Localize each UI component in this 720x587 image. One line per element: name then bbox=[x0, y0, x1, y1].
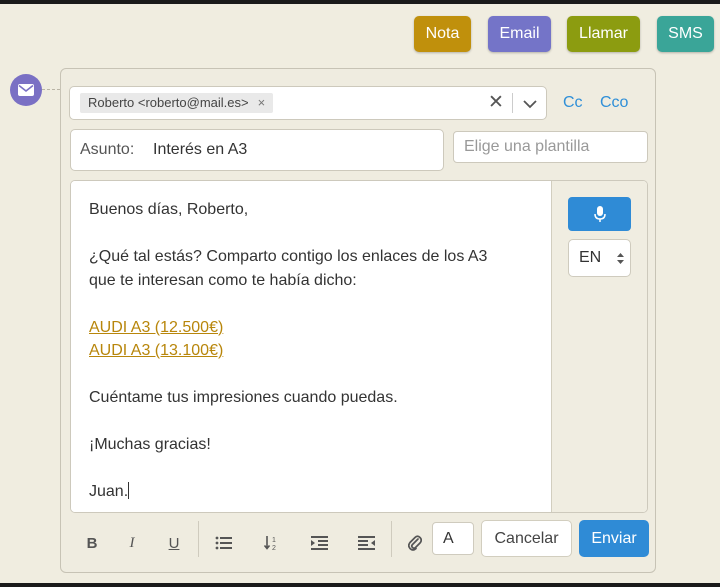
attach-button[interactable] bbox=[400, 528, 430, 558]
clear-recipients-icon[interactable]: ✕ bbox=[486, 92, 506, 114]
message-body[interactable]: Buenos días, Roberto, ¿Qué tal estás? Co… bbox=[71, 181, 551, 512]
svg-text:1: 1 bbox=[272, 537, 276, 544]
font-size-button[interactable]: A bbox=[432, 522, 474, 555]
body-signature: Juan. bbox=[89, 483, 129, 500]
chevron-down-icon[interactable] bbox=[519, 95, 541, 113]
bold-button[interactable]: B bbox=[77, 528, 107, 558]
envelope-icon bbox=[18, 84, 34, 96]
outdent-icon bbox=[357, 536, 375, 550]
indent-button[interactable] bbox=[304, 528, 334, 558]
svg-text:2: 2 bbox=[272, 545, 276, 551]
timeline-connector bbox=[42, 89, 60, 90]
text-cursor bbox=[128, 482, 130, 499]
nota-button[interactable]: Nota bbox=[414, 16, 471, 52]
outdent-button[interactable] bbox=[351, 528, 381, 558]
language-select[interactable]: EN bbox=[568, 239, 631, 277]
remove-recipient-icon[interactable]: × bbox=[258, 93, 266, 113]
cc-link[interactable]: Cc bbox=[563, 94, 583, 112]
toolbar-divider bbox=[391, 521, 392, 557]
email-type-badge bbox=[10, 74, 42, 106]
italic-button[interactable]: I bbox=[117, 528, 147, 558]
ordered-list-button[interactable]: 1 2 bbox=[257, 528, 287, 558]
subject-field[interactable]: Asunto: Interés en A3 bbox=[70, 129, 444, 171]
send-button[interactable]: Enviar bbox=[579, 520, 649, 557]
email-compose-panel: Roberto <roberto@mail.es> × ✕ Cc Cco Asu… bbox=[60, 68, 656, 573]
body-thanks: ¡Muchas gracias! bbox=[89, 436, 211, 453]
message-editor: Buenos días, Roberto, ¿Qué tal estás? Co… bbox=[70, 180, 648, 513]
select-arrows-icon bbox=[617, 253, 624, 264]
email-button[interactable]: Email bbox=[488, 16, 551, 52]
paperclip-icon bbox=[408, 535, 422, 551]
underline-button[interactable]: U bbox=[159, 528, 189, 558]
llamar-button[interactable]: Llamar bbox=[567, 16, 640, 52]
language-value: EN bbox=[579, 249, 602, 266]
subject-label: Asunto: bbox=[80, 141, 135, 158]
formatting-toolbar: B I U 1 2 A Cancelar Enviar bbox=[61, 513, 655, 569]
recipient-chip: Roberto <roberto@mail.es> × bbox=[80, 93, 274, 113]
bullet-list-button[interactable] bbox=[209, 528, 239, 558]
dictation-button[interactable] bbox=[568, 197, 631, 231]
recipients-divider bbox=[512, 93, 513, 113]
window-top-border bbox=[0, 0, 720, 4]
cco-link[interactable]: Cco bbox=[600, 94, 628, 112]
body-link-audi-a3-1[interactable]: AUDI A3 (12.500€) bbox=[89, 319, 223, 336]
body-closing: Cuéntame tus impresiones cuando puedas. bbox=[89, 389, 398, 406]
body-link-audi-a3-2[interactable]: AUDI A3 (13.100€) bbox=[89, 342, 223, 359]
recipients-field[interactable]: Roberto <roberto@mail.es> × ✕ bbox=[69, 86, 547, 120]
toolbar-divider bbox=[198, 521, 199, 557]
body-intro-line1: ¿Qué tal estás? Comparto contigo los enl… bbox=[89, 248, 488, 265]
body-greeting: Buenos días, Roberto, bbox=[89, 201, 249, 218]
indent-icon bbox=[310, 536, 328, 550]
body-intro-line2: que te interesan como te había dicho: bbox=[89, 271, 357, 289]
cancel-button[interactable]: Cancelar bbox=[481, 520, 572, 557]
editor-sidebar: EN bbox=[551, 181, 647, 512]
window-bottom-border bbox=[0, 583, 720, 587]
subject-value: Interés en A3 bbox=[153, 141, 248, 158]
sort-order-icon: 1 2 bbox=[264, 536, 276, 551]
recipient-chip-label: Roberto <roberto@mail.es> bbox=[88, 95, 249, 110]
template-select-input[interactable]: Elige una plantilla bbox=[453, 131, 648, 163]
sms-button[interactable]: SMS bbox=[657, 16, 714, 52]
microphone-icon bbox=[593, 205, 606, 222]
bullet-list-icon bbox=[215, 536, 232, 550]
